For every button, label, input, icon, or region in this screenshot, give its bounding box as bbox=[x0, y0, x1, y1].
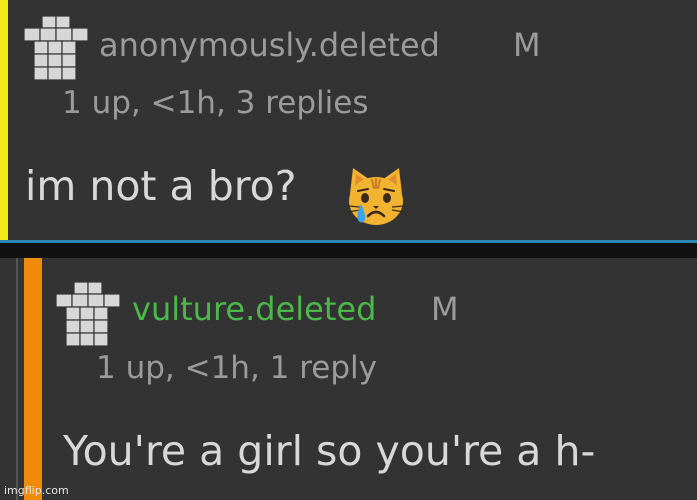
comment-depth-bar[interactable] bbox=[24, 258, 42, 500]
comment-text: im not a bro? bbox=[25, 162, 297, 210]
comment-depth-bar[interactable] bbox=[0, 0, 8, 240]
comment-meta: 1 up, <1h, 1 reply bbox=[96, 350, 378, 386]
watermark-text: imgflip.com bbox=[4, 484, 69, 497]
crying-cat-face-icon bbox=[344, 164, 408, 232]
comment-meta: 1 up, <1h, 3 replies bbox=[62, 85, 369, 121]
default-avatar-icon[interactable] bbox=[20, 12, 92, 88]
comment-gap bbox=[0, 243, 697, 258]
username[interactable]: vulture.deleted bbox=[132, 290, 376, 328]
default-avatar-icon[interactable] bbox=[52, 278, 124, 354]
mod-badge: M bbox=[513, 26, 541, 64]
parent-thread-guide[interactable] bbox=[16, 258, 18, 500]
comment-2: vulture.deleted M 1 up, <1h, 1 reply You… bbox=[0, 258, 697, 500]
username[interactable]: anonymously.deleted bbox=[99, 26, 440, 64]
mod-badge: M bbox=[431, 290, 459, 328]
comment-text: You're a girl so you're a h- bbox=[63, 427, 596, 475]
comment-1: anonymously.deleted M 1 up, <1h, 3 repli… bbox=[0, 0, 697, 240]
